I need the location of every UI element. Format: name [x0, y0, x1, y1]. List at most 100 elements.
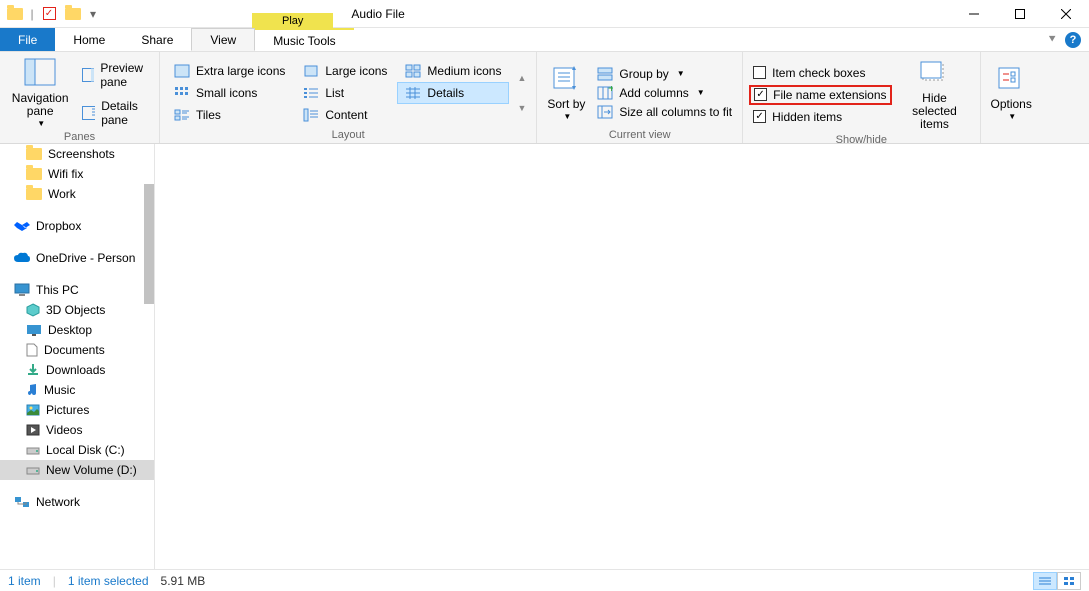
window-controls	[951, 0, 1089, 28]
body-area: Screenshots Wifi fix Work Dropbox OneDri…	[0, 144, 1089, 569]
layout-large-icons[interactable]: Large icons	[295, 60, 395, 82]
hidden-items-toggle[interactable]: ✓ Hidden items	[749, 109, 891, 125]
download-icon	[26, 363, 40, 377]
tree-item-network[interactable]: Network	[0, 492, 154, 512]
chevron-up-icon[interactable]: ▲	[517, 73, 526, 83]
tab-home[interactable]: Home	[55, 28, 123, 51]
layout-small-icons[interactable]: Small icons	[166, 82, 293, 104]
title-bar: | ✓ ▾ Play Audio File	[0, 0, 1089, 28]
sort-by-button[interactable]: Sort by ▼	[543, 56, 589, 129]
tab-share[interactable]: Share	[123, 28, 191, 51]
qat-properties-icon[interactable]: ✓	[38, 3, 60, 25]
add-columns-label: Add columns	[619, 86, 688, 100]
tree-label: Screenshots	[48, 147, 115, 161]
tree-item-onedrive[interactable]: OneDrive - Person	[0, 248, 154, 268]
layout-s-label: Small icons	[196, 86, 257, 100]
tree-item-desktop[interactable]: Desktop	[0, 320, 154, 340]
pc-icon	[14, 283, 30, 297]
layout-group-label: Layout	[166, 129, 530, 141]
group-by-button[interactable]: Group by▼	[593, 66, 736, 82]
navigation-tree: Screenshots Wifi fix Work Dropbox OneDri…	[0, 144, 155, 569]
folder-icon	[26, 188, 42, 200]
view-details-button[interactable]	[1033, 572, 1057, 590]
layout-scroll[interactable]: ▲ ▼	[513, 73, 530, 113]
qat-customize-dropdown[interactable]: ▾	[86, 3, 100, 25]
tree-label: Music	[44, 383, 75, 397]
tree-item-dropbox[interactable]: Dropbox	[0, 216, 154, 236]
tree-item-pictures[interactable]: Pictures	[0, 400, 154, 420]
ribbon-group-layout: Extra large icons Large icons Medium ico…	[160, 52, 537, 143]
ribbon: Navigation pane ▼ Preview pane Details p…	[0, 52, 1089, 144]
chevron-down-icon[interactable]: ▼	[517, 103, 526, 113]
layout-list[interactable]: List	[295, 82, 395, 104]
size-columns-button[interactable]: Size all columns to fit	[593, 104, 736, 120]
qat-folder-icon[interactable]	[4, 3, 26, 25]
scrollbar-thumb[interactable]	[144, 184, 154, 304]
hide-selected-items-button[interactable]: Hide selected items	[896, 56, 974, 134]
tree-item-local-disk-c[interactable]: Local Disk (C:)	[0, 440, 154, 460]
svg-text:+: +	[608, 86, 613, 95]
checkbox-checked-icon: ✓	[753, 110, 766, 123]
cloud-icon	[14, 252, 30, 264]
tree-item-screenshots[interactable]: Screenshots	[0, 144, 154, 164]
tree-item-videos[interactable]: Videos	[0, 420, 154, 440]
tree-item-3d-objects[interactable]: 3D Objects	[0, 300, 154, 320]
layout-m-label: Medium icons	[427, 64, 501, 78]
navigation-pane-button[interactable]: Navigation pane ▼	[6, 56, 74, 131]
view-thumbnails-button[interactable]	[1057, 572, 1081, 590]
layout-content[interactable]: Content	[295, 104, 395, 126]
preview-pane-button[interactable]: Preview pane	[78, 59, 153, 91]
navigation-pane-label: Navigation pane	[10, 92, 70, 118]
chevron-down-icon: ▼	[37, 120, 45, 129]
tree-item-new-volume-d[interactable]: New Volume (D:)	[0, 460, 154, 480]
tree-item-documents[interactable]: Documents	[0, 340, 154, 360]
network-icon	[14, 496, 30, 508]
tab-file[interactable]: File	[0, 28, 55, 51]
layout-content-label: Content	[325, 108, 367, 122]
layout-l-label: Large icons	[325, 64, 387, 78]
close-button[interactable]	[1043, 0, 1089, 28]
file-name-extensions-label: File name extensions	[773, 88, 886, 102]
ribbon-tabs: File Home Share View Music Tools ⯆ ?	[0, 28, 1089, 52]
ribbon-group-current-view: Sort by ▼ Group by▼ + Add columns▼ Size …	[537, 52, 743, 143]
details-pane-button[interactable]: Details pane	[78, 97, 153, 129]
add-columns-button[interactable]: + Add columns▼	[593, 85, 736, 101]
ribbon-group-panes: Navigation pane ▼ Preview pane Details p…	[0, 52, 160, 143]
tree-item-music[interactable]: Music	[0, 380, 154, 400]
file-list-pane[interactable]	[155, 144, 1089, 569]
options-button[interactable]: Options ▼	[987, 56, 1036, 129]
tab-view[interactable]: View	[191, 28, 255, 51]
sort-by-label: Sort by	[547, 98, 585, 111]
hide-selected-label: Hide selected items	[900, 92, 970, 132]
tree-item-wifi-fix[interactable]: Wifi fix	[0, 164, 154, 184]
status-item-count: 1 item	[8, 574, 41, 588]
ribbon-group-show-hide: Item check boxes ✓ File name extensions …	[743, 52, 980, 143]
file-name-extensions-toggle[interactable]: ✓ File name extensions	[749, 85, 891, 105]
details-pane-label: Details pane	[101, 99, 149, 127]
tree-item-work[interactable]: Work	[0, 184, 154, 204]
context-tab-play: Play	[252, 13, 333, 28]
contextual-tab-header: Play	[252, 0, 333, 28]
layout-medium-icons[interactable]: Medium icons	[397, 60, 509, 82]
item-check-boxes-toggle[interactable]: Item check boxes	[749, 65, 891, 81]
preview-pane-label: Preview pane	[100, 61, 149, 89]
maximize-button[interactable]	[997, 0, 1043, 28]
help-icon[interactable]: ?	[1065, 32, 1081, 48]
window-title: Audio File	[351, 7, 404, 21]
tree-label: Local Disk (C:)	[46, 443, 125, 457]
tree-label: Desktop	[48, 323, 92, 337]
minimize-ribbon-icon[interactable]: ⯆	[1047, 32, 1057, 47]
layout-xl-label: Extra large icons	[196, 64, 285, 78]
minimize-button[interactable]	[951, 0, 997, 28]
folder-icon	[26, 148, 42, 160]
layout-details[interactable]: Details	[397, 82, 509, 104]
tree-item-downloads[interactable]: Downloads	[0, 360, 154, 380]
checkbox-unchecked-icon	[753, 66, 766, 79]
tree-item-this-pc[interactable]: This PC	[0, 280, 154, 300]
qat-new-folder-icon[interactable]	[62, 3, 84, 25]
layout-extra-large-icons[interactable]: Extra large icons	[166, 60, 293, 82]
tab-music-tools[interactable]: Music Tools	[255, 28, 353, 51]
layout-tiles[interactable]: Tiles	[166, 104, 293, 126]
item-check-boxes-label: Item check boxes	[772, 66, 865, 80]
group-by-label: Group by	[619, 67, 668, 81]
